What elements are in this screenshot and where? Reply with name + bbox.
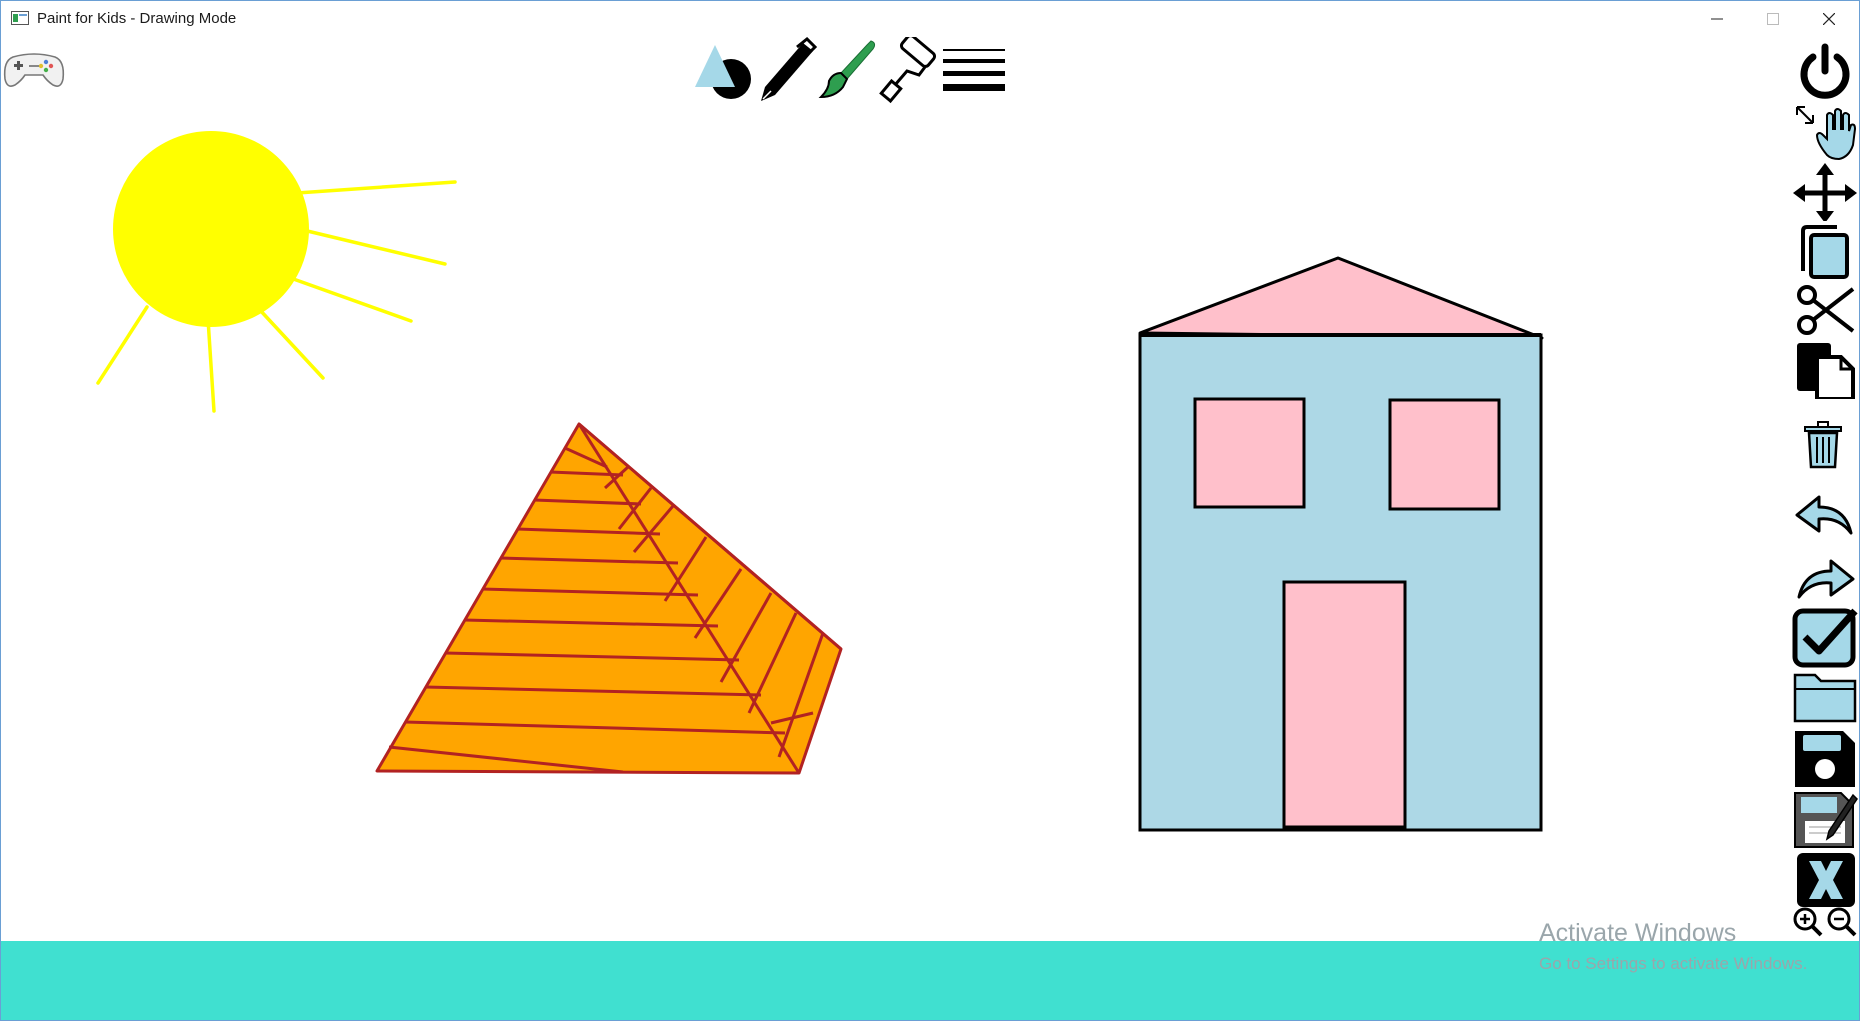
save-icon (1795, 731, 1855, 787)
maximize-button[interactable] (1745, 1, 1801, 37)
watermark-title: Activate Windows (1539, 919, 1737, 947)
hand-resize-icon (1796, 106, 1857, 161)
save-button[interactable] (1791, 727, 1859, 787)
undo-icon (1795, 495, 1853, 535)
copy-icon (1801, 225, 1849, 279)
trash-icon (1804, 421, 1842, 469)
clear-all-button[interactable] (1791, 851, 1859, 909)
save-as-icon (1794, 792, 1858, 848)
checkbox-icon (1792, 608, 1858, 668)
minimize-button[interactable] (1689, 1, 1745, 37)
sun-shape[interactable] (96, 131, 457, 413)
right-toolbar (1791, 37, 1859, 941)
resize-button[interactable] (1791, 103, 1859, 161)
copy-button[interactable] (1791, 223, 1859, 281)
move-arrows-icon (1793, 163, 1857, 223)
window-title: Paint for Kids - Drawing Mode (37, 10, 237, 27)
house-shape[interactable] (1138, 256, 1544, 832)
app-icon (11, 11, 29, 25)
folder-icon (1793, 673, 1857, 723)
drawing-canvas[interactable] (1, 37, 1791, 941)
pyramid-shape[interactable] (375, 422, 843, 775)
activate-windows-watermark: Activate Windows Go to Settings to activ… (1539, 919, 1807, 974)
clear-x-icon (1797, 853, 1855, 907)
scissors-icon (1797, 285, 1855, 335)
paste-button[interactable] (1791, 341, 1859, 401)
undo-button[interactable] (1791, 485, 1859, 543)
minimize-icon (1711, 18, 1723, 20)
close-icon (1823, 13, 1835, 25)
paste-icon (1797, 343, 1855, 401)
open-button[interactable] (1791, 667, 1859, 725)
close-button[interactable] (1801, 1, 1857, 37)
redo-icon (1797, 559, 1855, 599)
power-icon (1800, 43, 1850, 99)
title-bar: Paint for Kids - Drawing Mode (1, 1, 1859, 37)
app-window: Paint for Kids - Drawing Mode Activate W… (0, 0, 1860, 1021)
select-button[interactable] (1791, 605, 1859, 668)
maximize-icon (1767, 13, 1779, 25)
redo-button[interactable] (1791, 547, 1859, 605)
cut-button[interactable] (1791, 281, 1859, 339)
delete-button[interactable] (1791, 421, 1859, 479)
exit-button[interactable] (1791, 43, 1859, 101)
save-as-button[interactable] (1791, 791, 1859, 849)
watermark-subtitle: Go to Settings to activate Windows. (1539, 954, 1808, 973)
canvas-drawing (96, 131, 1544, 832)
move-button[interactable] (1791, 163, 1859, 223)
